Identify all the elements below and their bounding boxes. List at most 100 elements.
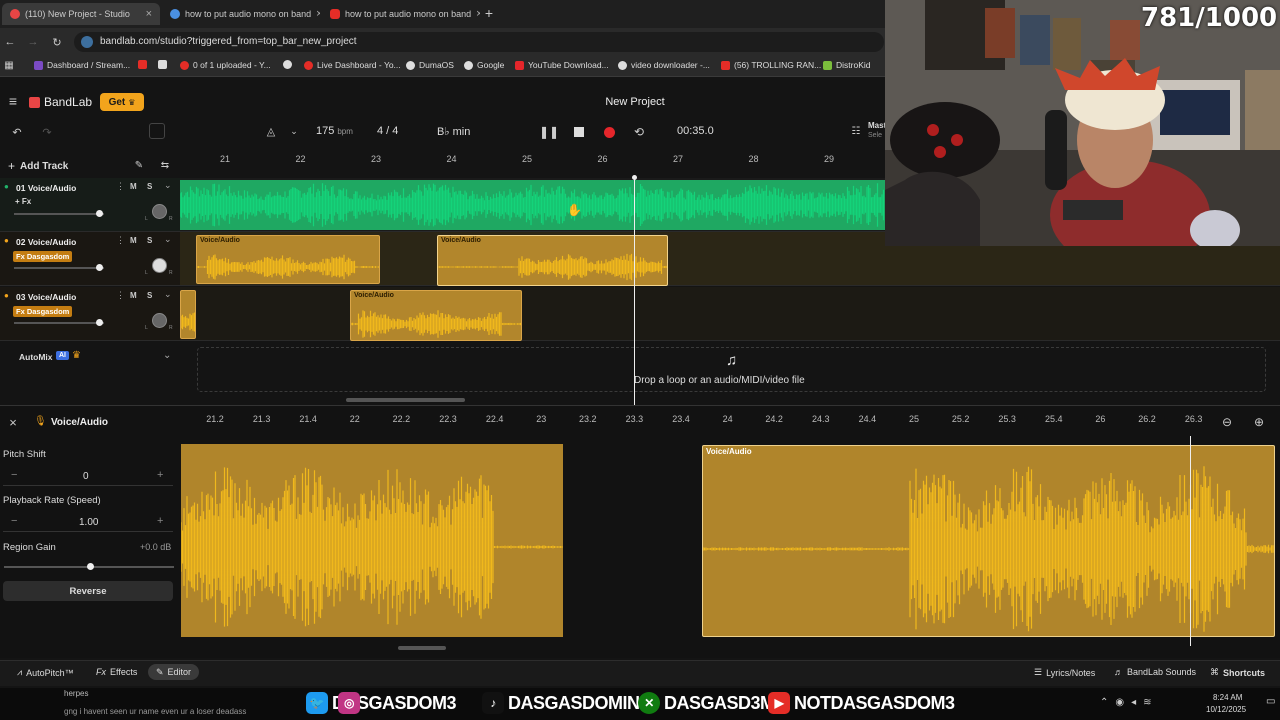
more-options-icon[interactable]: ⋮ [116, 290, 125, 301]
volume-slider[interactable] [14, 264, 104, 271]
track-lane-3[interactable]: Voice/Audio [180, 287, 1280, 341]
track-header[interactable]: ● 03 Voice/Audio ⋮ M S ⌄ Fx Dasgasdom L R [0, 287, 180, 341]
horizontal-scrollbar[interactable] [346, 398, 465, 402]
bookmark-item[interactable] [283, 60, 292, 69]
pan-knob[interactable] [152, 258, 167, 273]
increment-icon[interactable]: + [157, 469, 163, 481]
browser-tab[interactable]: how to put audio mono on band × [322, 3, 480, 25]
bookmark-item[interactable]: YouTube Download... [515, 60, 609, 70]
zoom-out-icon[interactable]: ⊖ [1220, 415, 1234, 429]
site-info-icon[interactable] [81, 36, 93, 48]
pan-knob[interactable] [152, 204, 167, 219]
chevron-down-icon[interactable]: ⌄ [164, 234, 172, 245]
region-gain-slider[interactable] [4, 563, 174, 570]
apps-grid-icon[interactable]: ▦ [3, 59, 15, 71]
browser-tab-active[interactable]: (110) New Project - Studio × [2, 3, 160, 25]
wifi-icon[interactable]: ≋ [1143, 697, 1158, 708]
playhead-handle[interactable] [632, 175, 637, 180]
decrement-icon[interactable]: − [11, 469, 17, 481]
automix-row[interactable]: AutoMix AI ♛ ⌄ [0, 347, 180, 367]
time-signature-field[interactable]: 4 / 4 [377, 125, 398, 137]
editor-audio-clip[interactable] [181, 444, 563, 637]
mute-button[interactable]: M [130, 182, 137, 191]
get-button[interactable]: Get ♛ [100, 93, 144, 111]
bookmark-item[interactable]: DumaOS [406, 60, 454, 70]
new-tab-button[interactable]: + [482, 5, 496, 21]
menu-icon[interactable]: ≡ [6, 93, 20, 109]
solo-button[interactable]: S [147, 236, 152, 245]
close-tab-icon[interactable]: × [476, 8, 480, 20]
audio-clip[interactable] [180, 290, 196, 339]
shortcuts-tab[interactable]: ⌘ Shortcuts [1210, 667, 1265, 678]
pencil-tool-icon[interactable]: ✎ [132, 158, 146, 172]
stop-button[interactable] [572, 125, 586, 139]
bandlab-sounds-tab[interactable]: ♬ BandLab Sounds [1114, 667, 1196, 677]
increment-icon[interactable]: + [157, 515, 163, 527]
close-editor-icon[interactable]: × [6, 415, 20, 430]
mute-button[interactable]: M [130, 291, 137, 300]
bookmark-item[interactable]: Dashboard / Stream... [34, 60, 130, 70]
reverse-button[interactable]: Reverse [3, 581, 173, 601]
audio-clip[interactable]: Voice/Audio [350, 290, 522, 341]
metronome-dropdown-chevron-icon[interactable]: ⌄ [288, 124, 300, 138]
playhead[interactable] [634, 178, 635, 405]
slider-knob[interactable] [96, 319, 103, 326]
decrement-icon[interactable]: − [11, 515, 17, 527]
tray-app-icon[interactable]: ◉ [1115, 697, 1131, 708]
mixer-icon[interactable]: ☷ [849, 124, 863, 138]
slider-knob[interactable] [87, 563, 94, 570]
more-options-icon[interactable]: ⋮ [116, 181, 125, 192]
loop-button[interactable]: ⟲ [631, 124, 647, 140]
chevron-down-icon[interactable]: ⌄ [164, 180, 172, 191]
editor-ruler[interactable]: 21.2 21.3 21.4 22 22.2 22.3 22.4 23 23.2 23.3 23.4… [180, 408, 1220, 432]
effects-tab[interactable]: Fx Effects [96, 667, 137, 677]
editor-playhead[interactable] [1190, 436, 1191, 646]
tray-up-icon[interactable]: ⌃ [1100, 697, 1115, 708]
lyrics-notes-tab[interactable]: ☰ Lyrics/Notes [1034, 667, 1095, 678]
tempo-field[interactable]: 175 bpm [316, 125, 353, 137]
close-tab-icon[interactable]: × [146, 8, 152, 20]
master-label[interactable]: Mast [868, 121, 886, 130]
redo-icon[interactable]: ↷ [40, 125, 54, 139]
bookmark-item[interactable]: Live Dashboard - Yo... [304, 60, 401, 70]
record-button[interactable] [602, 125, 616, 139]
editor-scrollbar[interactable] [398, 646, 446, 650]
zoom-in-icon[interactable]: ⊕ [1252, 415, 1266, 429]
mute-button[interactable]: M [130, 236, 137, 245]
bookmark-item[interactable] [138, 60, 147, 69]
bookmark-item[interactable] [158, 60, 167, 69]
clip-track-1[interactable] [179, 180, 885, 230]
add-fx-button[interactable]: + Fx [15, 197, 31, 206]
chevron-down-icon[interactable]: ⌄ [163, 350, 171, 361]
split-tool-icon[interactable]: ⇆ [158, 158, 172, 172]
volume-slider[interactable] [14, 319, 104, 326]
track-header[interactable]: ● 02 Voice/Audio ⋮ M S ⌄ Fx Dasgasdom L R [0, 232, 180, 286]
volume-slider[interactable] [14, 210, 104, 217]
pitch-shift-stepper[interactable]: − 0 + [3, 468, 173, 486]
track-name[interactable]: 03 Voice/Audio [16, 292, 76, 302]
undo-icon[interactable]: ↶ [10, 125, 24, 139]
solo-button[interactable]: S [147, 291, 152, 300]
browser-tab[interactable]: how to put audio mono on band × [162, 3, 320, 25]
slider-knob[interactable] [96, 210, 103, 217]
close-tab-icon[interactable]: × [316, 8, 320, 20]
pan-knob[interactable] [152, 313, 167, 328]
slider-knob[interactable] [96, 264, 103, 271]
reload-icon[interactable]: ↻ [50, 35, 64, 49]
audio-clip[interactable]: Voice/Audio [196, 235, 380, 284]
pause-button[interactable]: ❚❚ [539, 124, 559, 140]
editor-tab[interactable]: ✎ Editor [148, 664, 200, 680]
more-options-icon[interactable]: ⋮ [116, 235, 125, 246]
fx-preset-badge[interactable]: Fx Dasgasdom [13, 306, 73, 317]
bookmark-item[interactable]: 0 of 1 uploaded - Y... [180, 60, 271, 70]
key-field[interactable]: B♭ min [437, 125, 470, 138]
track-name[interactable]: 02 Voice/Audio [16, 237, 76, 247]
bookmark-item[interactable]: DistroKid [823, 60, 870, 70]
drop-zone[interactable]: ♫ Drop a loop or an audio/MIDI/video fil… [197, 347, 1266, 392]
project-title[interactable]: New Project [580, 96, 690, 108]
bookmark-item[interactable]: Google [464, 60, 504, 70]
solo-button[interactable]: S [147, 182, 152, 191]
speaker-icon[interactable]: ◂ [1131, 697, 1143, 708]
add-track-button[interactable]: + Add Track [8, 159, 68, 173]
track-header[interactable]: ● 01 Voice/Audio ⋮ M S ⌄ + Fx L R [0, 178, 180, 232]
